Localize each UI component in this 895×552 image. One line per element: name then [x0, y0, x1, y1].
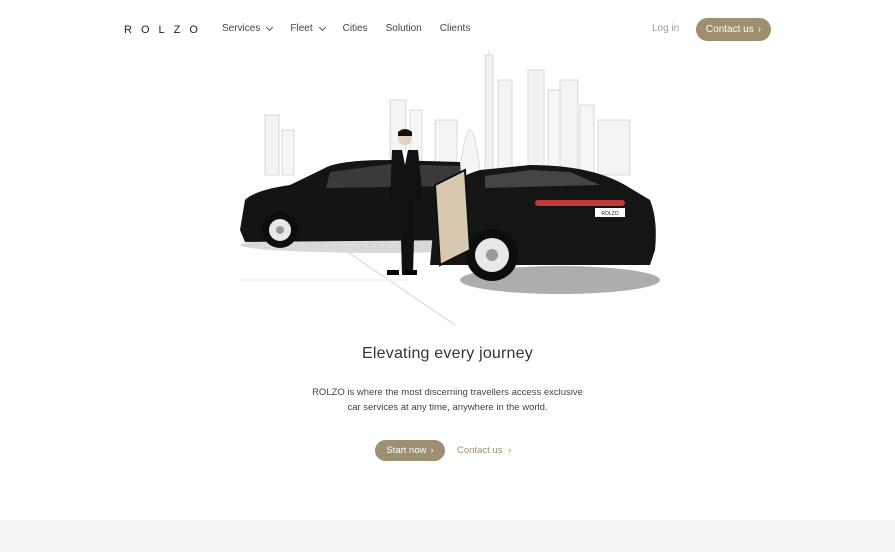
hero-contact-label: Contact us — [457, 445, 503, 456]
nav-item-fleet[interactable]: Fleet — [290, 23, 326, 34]
chevron-down-icon — [318, 23, 326, 31]
chevron-right-icon: › — [757, 24, 762, 35]
contact-us-button[interactable]: Contact us › — [696, 18, 771, 41]
hero-actions: Start now › Contact us › — [375, 440, 511, 461]
contact-us-label: Contact us — [705, 24, 754, 35]
hero-headline: Elevating every journey — [362, 345, 533, 362]
chevron-down-icon — [266, 23, 274, 31]
sedan: ROLZO — [430, 165, 660, 294]
nav-item-label: Solution — [385, 23, 422, 34]
nav-item-label: Fleet — [290, 23, 313, 34]
rolzo-logo[interactable]: ROLZO — [124, 24, 207, 36]
nav-item-cities[interactable]: Cities — [343, 23, 368, 34]
login-link[interactable]: Log in — [652, 23, 679, 34]
hero-subtitle-line-2: car services at any time, anywhere in th… — [347, 402, 548, 413]
start-now-button[interactable]: Start now › — [375, 440, 445, 461]
nav-item-label: Services — [222, 23, 261, 34]
chevron-right-icon: › — [508, 445, 512, 456]
chevron-right-icon: › — [430, 445, 434, 456]
hero-subtitle-line-1: ROLZO is where the most discerning trave… — [312, 387, 583, 398]
nav-item-label: Clients — [439, 23, 471, 34]
hero-subtitle: ROLZO is where the most discerning trave… — [0, 385, 895, 415]
nav-item-clients[interactable]: Clients — [440, 23, 471, 34]
start-now-label: Start now — [386, 445, 427, 456]
nav-item-label: Cities — [342, 23, 368, 34]
nav-item-solution[interactable]: Solution — [386, 23, 422, 34]
next-section-band — [0, 520, 895, 552]
nav-item-services[interactable]: Services — [222, 23, 274, 34]
hero-contact-link[interactable]: Contact us › — [457, 445, 511, 456]
city-skyline — [264, 50, 631, 176]
license-plate: ROLZO — [601, 211, 618, 217]
hero-illustration: ROLZO — [240, 50, 660, 326]
main-menu: Services Fleet Cities Solution Clients — [222, 23, 488, 34]
